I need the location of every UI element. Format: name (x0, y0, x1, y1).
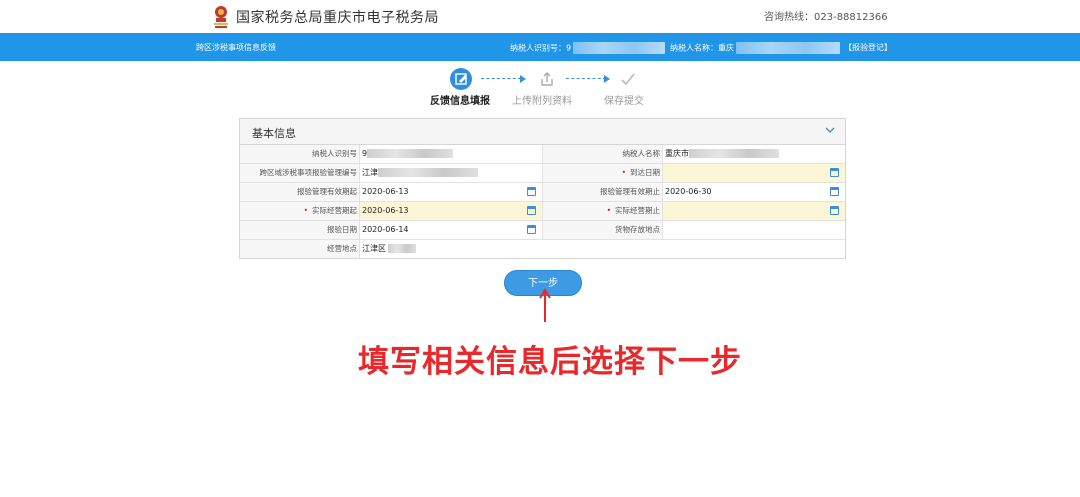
arrival-date-label: • 到达日期 (542, 164, 663, 182)
valid-from-value: 2020-06-13 (362, 187, 409, 196)
panel-header[interactable]: 基本信息 (240, 119, 845, 145)
taxpayer-id-value: 9 (360, 145, 542, 163)
check-icon (621, 73, 635, 86)
taxpayer-name: 纳税人名称：重庆 (670, 42, 840, 54)
registration-link[interactable]: 【报验登记】 (844, 42, 892, 53)
actual-end-input[interactable] (663, 202, 845, 220)
actual-start-label: • 实际经营期起 (240, 202, 360, 220)
form-row: 经营地点 江津区 (240, 240, 845, 259)
form-grid: 纳税人识别号 9 纳税人名称 重庆市 跨区域涉税事项报验管理编号 江津 • 到达日… (240, 145, 845, 259)
nav-bar: 跨区涉税事项信息反馈 纳税人识别号：9 纳税人名称：重庆 【报验登记】 (0, 33, 1080, 61)
step-fill-info[interactable]: 反馈信息填报 (430, 92, 490, 107)
actual-end-label: • 实际经营期止 (542, 202, 663, 220)
business-location-value: 江津区 (360, 240, 542, 258)
step-connector (566, 78, 606, 80)
taxpayer-name-label: 纳税人名称：重庆 (670, 43, 734, 53)
annotation-arrow-icon (539, 288, 551, 322)
step-upload-files[interactable]: 上传附列资料 (512, 92, 572, 107)
valid-from-label: 报验管理有效期起 (240, 183, 360, 201)
business-location-prefix: 江津区 (362, 244, 386, 253)
storage-location-label: 货物存放地点 (542, 221, 663, 239)
redacted-block (378, 168, 478, 177)
step-connector (481, 78, 521, 80)
top-header: 国家税务总局重庆市电子税务局 咨询热线：023-88812366 (0, 0, 1080, 33)
valid-to-input[interactable]: 2020-06-30 (663, 183, 845, 201)
registration-number-label: 跨区域涉税事项报验管理编号 (240, 164, 360, 182)
redacted-block (689, 149, 779, 158)
taxpayer-name-prefix: 重庆市 (665, 149, 689, 158)
calendar-icon[interactable] (830, 187, 839, 196)
arrival-date-text: 到达日期 (630, 168, 660, 177)
valid-to-label: 报验管理有效期止 (542, 183, 663, 201)
taxpayer-name-value: 重庆市 (663, 145, 845, 163)
actual-end-text: 实际经营期止 (615, 206, 660, 215)
step-save-submit[interactable]: 保存提交 (604, 92, 644, 107)
valid-from-input[interactable]: 2020-06-13 (360, 183, 542, 201)
chevron-down-icon[interactable] (825, 125, 835, 135)
form-row: 报验日期 2020-06-14 货物存放地点 (240, 221, 845, 240)
registration-number-prefix: 江津 (362, 168, 378, 177)
tax-bureau-emblem-icon (214, 6, 228, 28)
form-row: 纳税人识别号 9 纳税人名称 重庆市 (240, 145, 845, 164)
redacted-block (367, 149, 454, 158)
taxpayer-id-label: 纳税人识别号：9 (510, 43, 572, 53)
required-mark-icon: • (303, 206, 308, 215)
arrival-date-input[interactable] (663, 164, 845, 182)
form-row: 跨区域涉税事项报验管理编号 江津 • 到达日期 (240, 164, 845, 183)
actual-start-text: 实际经营期起 (312, 206, 357, 215)
edit-icon (450, 68, 472, 90)
required-mark-icon: • (606, 206, 611, 215)
page-title: 跨区涉税事项信息反馈 (196, 43, 276, 52)
calendar-icon[interactable] (830, 206, 839, 215)
actual-start-value: 2020-06-13 (362, 206, 409, 215)
calendar-icon[interactable] (527, 225, 536, 234)
step-arrow-icon (520, 75, 526, 83)
redacted-block (736, 42, 840, 54)
redacted-block (388, 244, 416, 253)
taxpayer-id: 纳税人识别号：9 (510, 42, 666, 54)
report-date-label: 报验日期 (240, 221, 360, 239)
required-mark-icon: • (621, 168, 626, 177)
panel-title: 基本信息 (252, 127, 296, 140)
report-date-input[interactable]: 2020-06-14 (360, 221, 542, 239)
basic-info-panel: 基本信息 纳税人识别号 9 纳税人名称 重庆市 跨区域涉税事项报验管理编号 江津… (239, 118, 846, 259)
calendar-icon[interactable] (527, 187, 536, 196)
report-date-value: 2020-06-14 (362, 225, 409, 234)
site-title: 国家税务总局重庆市电子税务局 (236, 10, 439, 26)
calendar-icon[interactable] (527, 206, 536, 215)
valid-to-value: 2020-06-30 (665, 187, 712, 196)
registration-number-value: 江津 (360, 164, 542, 182)
progress-stepper: 反馈信息填报 上传附列资料 保存提交 (0, 64, 1080, 110)
instruction-annotation: 填写相关信息后选择下一步 (358, 344, 742, 380)
taxpayer-id-label: 纳税人识别号 (240, 145, 360, 163)
form-row: • 实际经营期起 2020-06-13 • 实际经营期止 (240, 202, 845, 221)
upload-icon (541, 72, 553, 86)
hotline-text: 咨询热线：023-88812366 (764, 12, 888, 23)
storage-location-input[interactable] (663, 221, 845, 239)
taxpayer-name-label: 纳税人名称 (542, 145, 663, 163)
form-row: 报验管理有效期起 2020-06-13 报验管理有效期止 2020-06-30 (240, 183, 845, 202)
redacted-block (573, 42, 666, 54)
actual-start-input[interactable]: 2020-06-13 (360, 202, 542, 220)
business-location-label: 经营地点 (240, 240, 360, 258)
step-arrow-icon (604, 75, 610, 83)
calendar-icon[interactable] (830, 168, 839, 177)
